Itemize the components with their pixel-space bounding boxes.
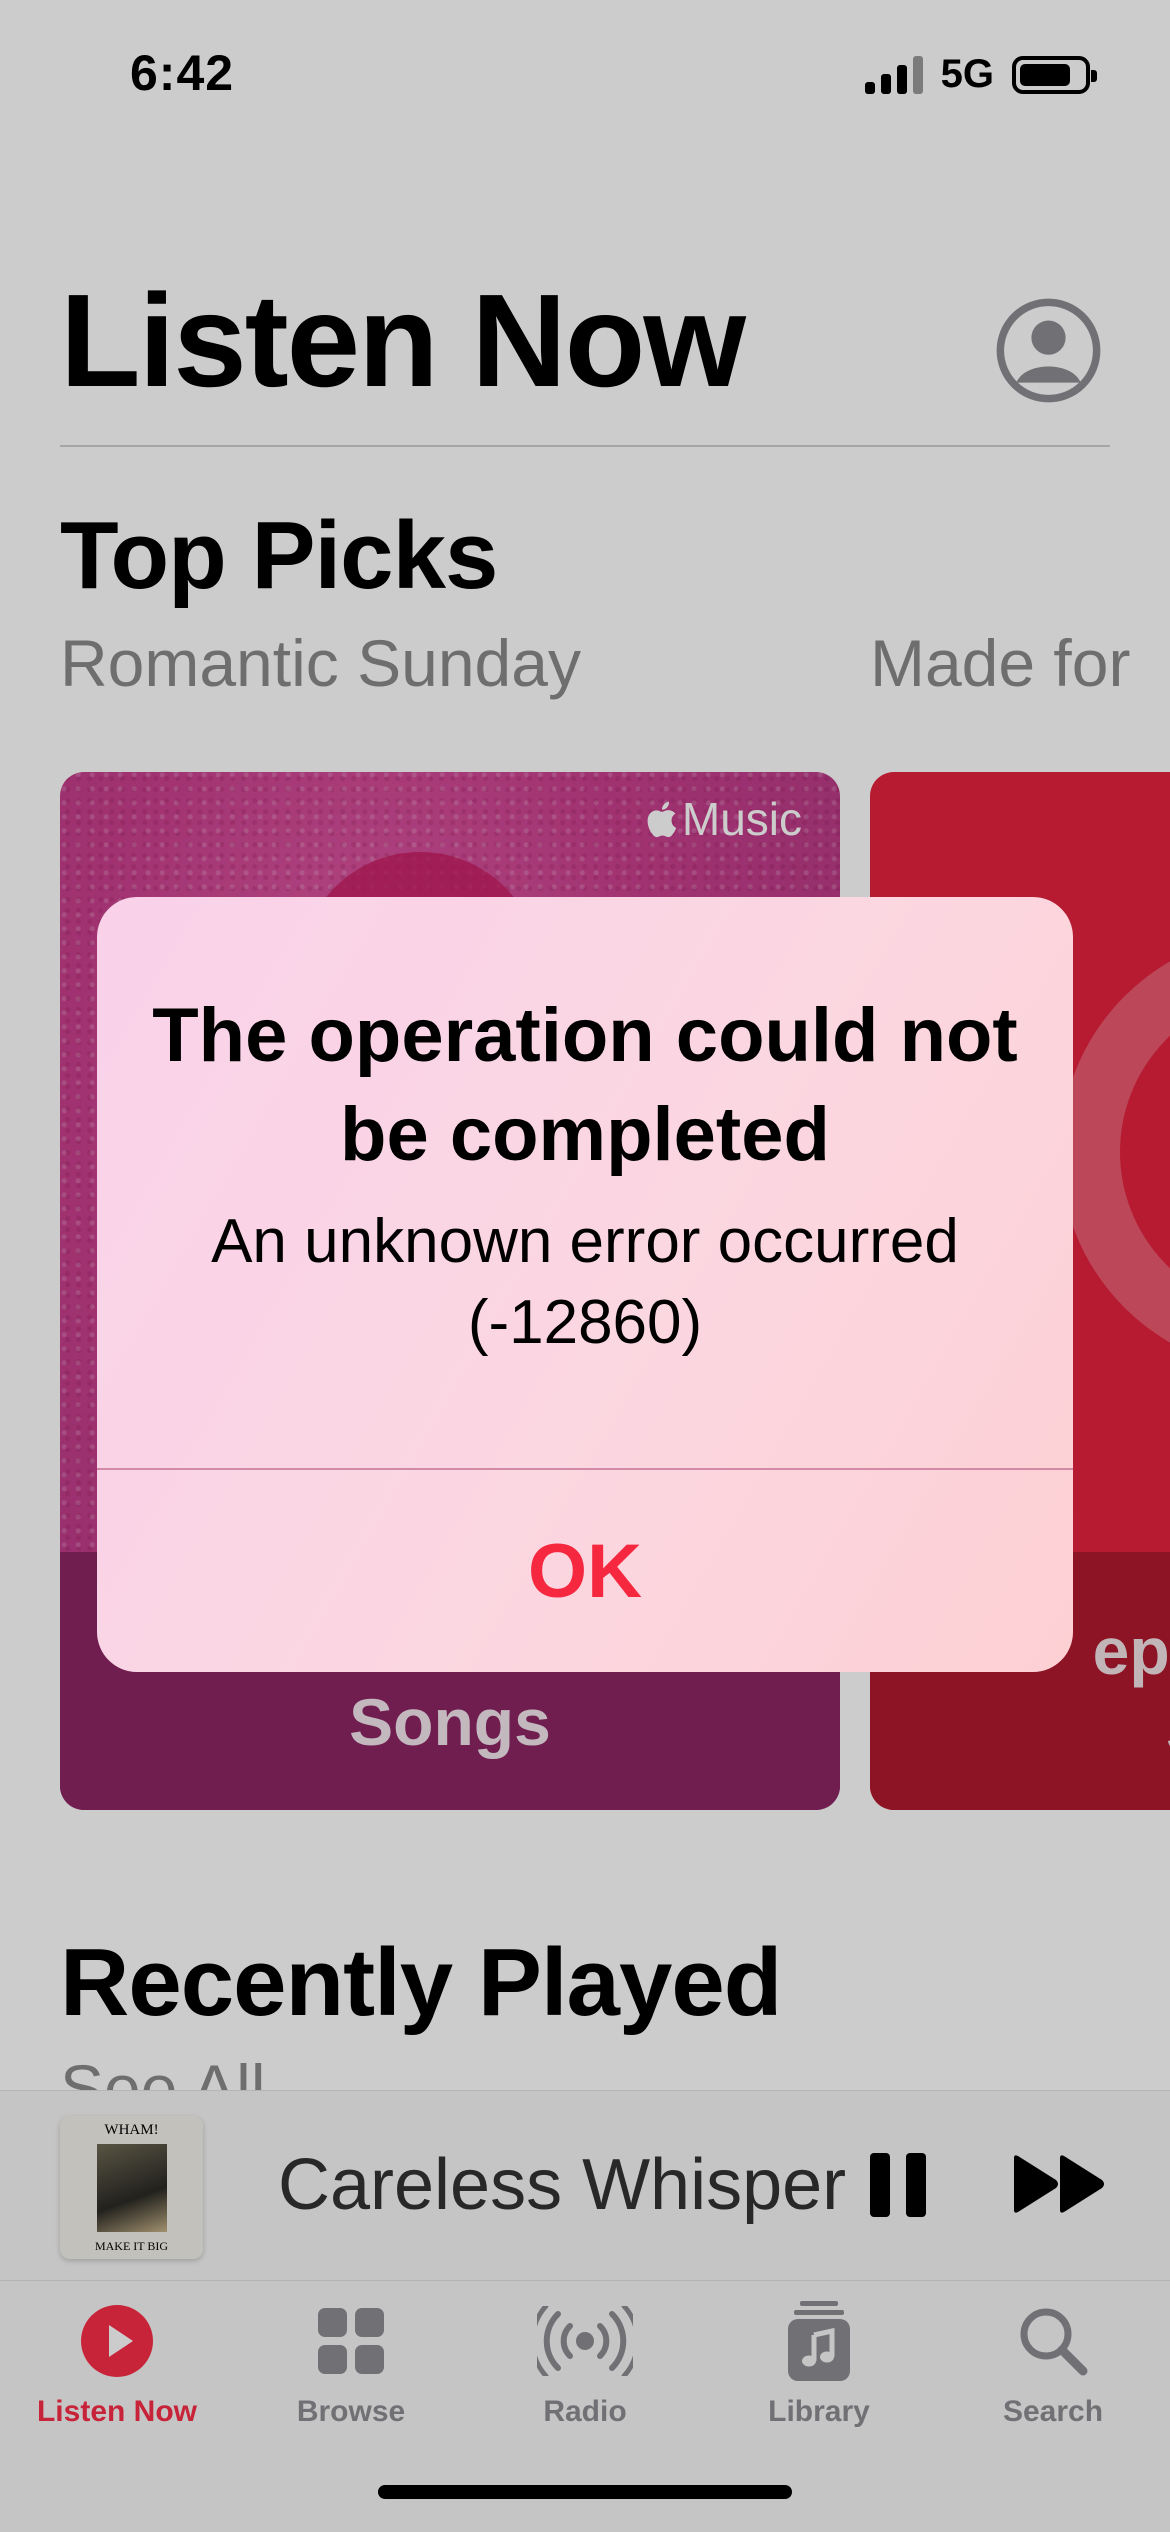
ok-button[interactable]: OK: [97, 1470, 1073, 1672]
alert-title: The operation could not be completed: [152, 993, 1018, 1177]
alert-message: An unknown error occurred (-12860): [211, 1207, 959, 1357]
error-alert-dialog: The operation could not be completed An …: [97, 897, 1073, 1672]
listen-now-screen: 6:42 5G Listen Now Top Picks Romantic Su…: [0, 0, 1170, 2532]
home-indicator[interactable]: [378, 2485, 792, 2499]
